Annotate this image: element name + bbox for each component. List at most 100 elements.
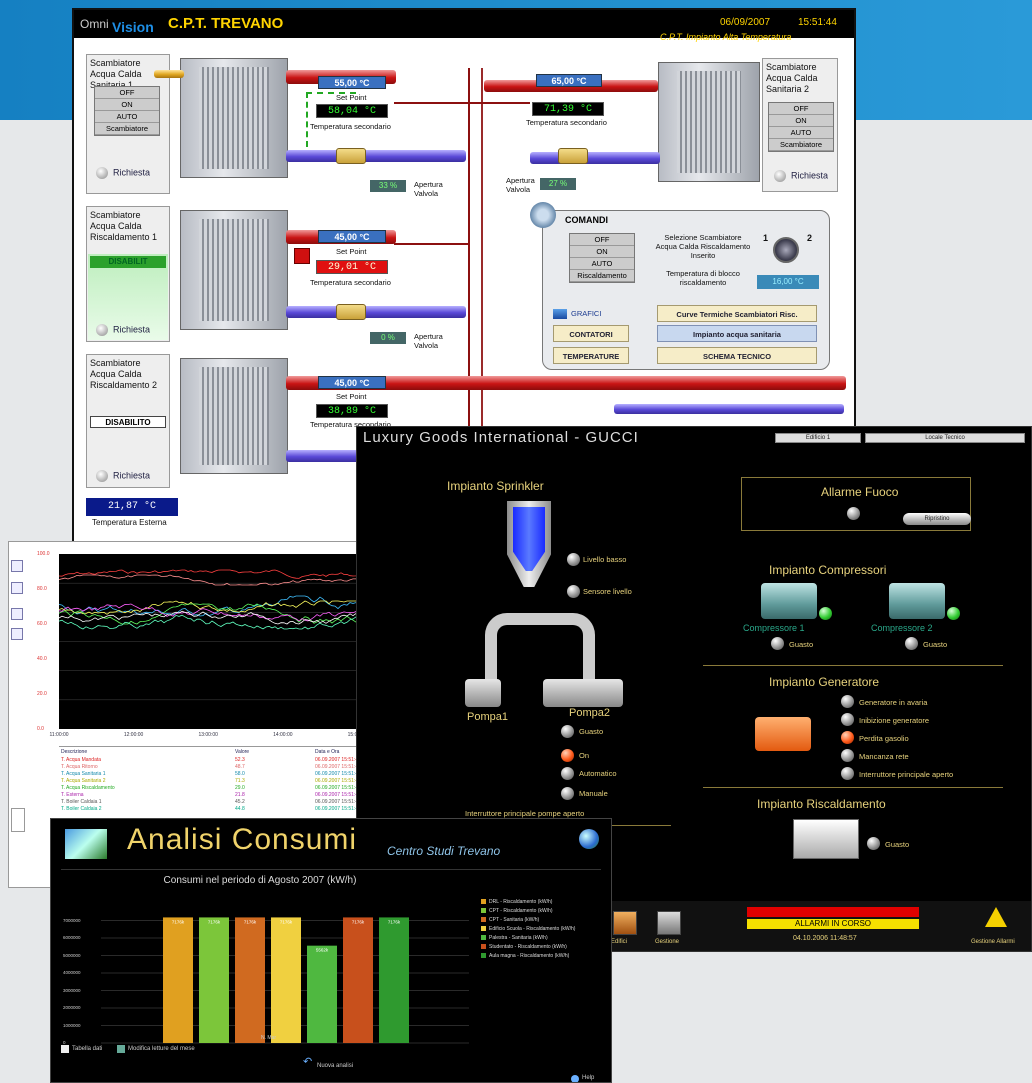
sanitary-button[interactable]: Impianto acqua sanitaria	[657, 325, 817, 342]
zoom-icon[interactable]	[11, 560, 23, 572]
grafici-link[interactable]: GRAFICI	[571, 309, 601, 318]
commands-title: COMANDI	[565, 215, 608, 225]
nav-gestione[interactable]: Gestione	[655, 939, 679, 945]
y-tick: 40.0	[37, 656, 47, 662]
room-field[interactable]: Locale Tecnico	[865, 433, 1025, 443]
block-temp-value[interactable]: 16,00 °C	[757, 275, 819, 289]
exchanger2-temp: 71,39 °C	[532, 102, 604, 116]
temperature-button[interactable]: TEMPERATURE	[553, 347, 629, 364]
external-temp: 21,87 °C	[86, 498, 178, 516]
alarm-status[interactable]: ALLARMI IN CORSO	[747, 919, 919, 929]
back-arrow-icon[interactable]: ↶	[303, 1055, 312, 1068]
mode-auto[interactable]: AUTO	[769, 127, 833, 139]
checkbox-table[interactable]	[61, 1045, 69, 1053]
contatori-button[interactable]: CONTATORI	[553, 325, 629, 342]
generator-item-label: Perdita gasolio	[859, 734, 909, 743]
selector-knob-icon[interactable]	[773, 237, 799, 263]
mode-off[interactable]: OFF	[769, 103, 833, 115]
consumi-window: Analisi Consumi Centro Studi Trevano Con…	[50, 818, 612, 1083]
heat-exchanger-3	[180, 210, 288, 330]
pump2-on-label: On	[579, 751, 590, 760]
mode-heating[interactable]: Riscaldamento	[570, 270, 634, 282]
legend-swatch	[481, 926, 486, 932]
y-tick: 5000000	[63, 952, 81, 958]
mode-exchanger[interactable]: Scambiatore	[95, 123, 159, 135]
mode-auto[interactable]: AUTO	[95, 111, 159, 123]
heating1-setpoint[interactable]: 45,00 °C	[318, 230, 386, 243]
checkbox-letture[interactable]	[117, 1045, 125, 1053]
legend-value: 45.2	[235, 799, 245, 805]
heating1-valve-value: 0 %	[370, 332, 406, 344]
chart-icon[interactable]	[553, 309, 567, 319]
nav-alarms[interactable]: Gestione Allarmi	[971, 939, 1015, 945]
schema-button[interactable]: SCHEMA TECNICO	[657, 347, 817, 364]
globe-icon[interactable]	[579, 829, 599, 849]
print-icon[interactable]	[11, 628, 23, 640]
legend-col-value: Valore	[235, 749, 250, 755]
y-tick: 100.0	[37, 551, 50, 557]
mode-on[interactable]: ON	[769, 115, 833, 127]
exchanger1-setpoint[interactable]: 55,00 °C	[318, 76, 386, 89]
reset-button[interactable]: Ripristino	[903, 513, 971, 525]
curve-button[interactable]: Curve Termiche Scambiatori Risc.	[657, 305, 817, 322]
nav-buildings[interactable]: Edifici	[611, 939, 627, 945]
heating2-request[interactable]: Richiesta	[96, 470, 150, 482]
mode-exchanger[interactable]: Scambiatore	[769, 139, 833, 151]
compressor2-icon	[889, 583, 945, 619]
exchanger2-request[interactable]: Richiesta	[774, 170, 828, 182]
buildings-icon[interactable]	[613, 911, 637, 935]
exchanger2-mode-selector[interactable]: OFF ON AUTO Scambiatore	[768, 102, 834, 152]
mode-off[interactable]: OFF	[95, 87, 159, 99]
heating2-temp: 38,89 °C	[316, 404, 388, 418]
x-tick: 11:00:00	[49, 732, 69, 738]
legend-label: DRL - Riscaldamento (kW/h)	[489, 899, 553, 905]
mode-auto[interactable]: AUTO	[570, 258, 634, 270]
heating1-request[interactable]: Richiesta	[96, 324, 150, 336]
help-icon[interactable]	[571, 1075, 579, 1082]
omnivision-logo-vision: Vision	[112, 19, 154, 35]
exchanger1-request[interactable]: Richiesta	[96, 167, 150, 179]
commands-panel: COMANDI OFF ON AUTO Riscaldamento Selezi…	[542, 210, 830, 370]
legend-value: 58.0	[235, 771, 245, 777]
y-tick: 60.0	[37, 621, 47, 627]
legend-item: DRL - Riscaldamento (kW/h)	[481, 899, 552, 905]
commands-mode-selector[interactable]: OFF ON AUTO Riscaldamento	[569, 233, 635, 283]
mode-on[interactable]: ON	[95, 99, 159, 111]
legend-label: Edificio Scuola - Riscaldamento (kW/h)	[489, 926, 576, 932]
compressor2-fault-led	[905, 637, 918, 650]
generator-icon	[755, 717, 811, 751]
compressor1-led	[819, 607, 832, 620]
heating2-setpoint[interactable]: 45,00 °C	[318, 376, 386, 389]
exchanger2-setpoint[interactable]: 65,00 °C	[536, 74, 602, 87]
mode-on[interactable]: ON	[570, 246, 634, 258]
legend-col-desc: Descrizione	[61, 749, 88, 755]
bar-value-label: 7176k	[280, 919, 293, 924]
letture-label[interactable]: Modifica letture del mese	[128, 1046, 195, 1052]
main-switch-label: Interruttore principale pompe aperto	[465, 809, 585, 818]
pan-icon[interactable]	[11, 582, 23, 594]
legend-desc: T. Boiler Caldaia 1	[61, 799, 102, 805]
compressor1-fault-led	[771, 637, 784, 650]
generator-item-label: Generatore in avaria	[859, 698, 928, 707]
table-data-label[interactable]: Tabella dati	[72, 1046, 102, 1052]
legend-item: Aula magna - Riscaldamento (kW/h)	[481, 953, 569, 959]
new-analysis-link[interactable]: Nuova analisi	[317, 1063, 353, 1069]
report-icon	[65, 829, 107, 859]
mode-off[interactable]: OFF	[570, 234, 634, 246]
exchanger1-mode-selector[interactable]: OFF ON AUTO Scambiatore	[94, 86, 160, 136]
legend-desc: T. Acqua Ritorno	[61, 764, 98, 770]
line-branch	[394, 102, 468, 104]
warning-icon[interactable]	[985, 907, 1007, 927]
legend-date: 06.09.2007 15:51:40	[315, 792, 361, 798]
pump-alarm-icon	[294, 248, 310, 264]
exchanger2-label: Scambiatore Acqua Calda Sanitaria 2	[766, 62, 818, 94]
pump2-on-led	[561, 749, 574, 762]
building-field[interactable]: Edificio 1	[775, 433, 861, 443]
side-field[interactable]	[11, 808, 25, 832]
tools-icon[interactable]	[657, 911, 681, 935]
heating2-label: Scambiatore Acqua Calda Riscaldamento 2	[90, 358, 158, 390]
valve-label: Apertura Valvola	[414, 180, 443, 198]
export-icon[interactable]	[11, 608, 23, 620]
help-link[interactable]: Help	[582, 1075, 594, 1081]
legend-swatch	[481, 917, 486, 923]
